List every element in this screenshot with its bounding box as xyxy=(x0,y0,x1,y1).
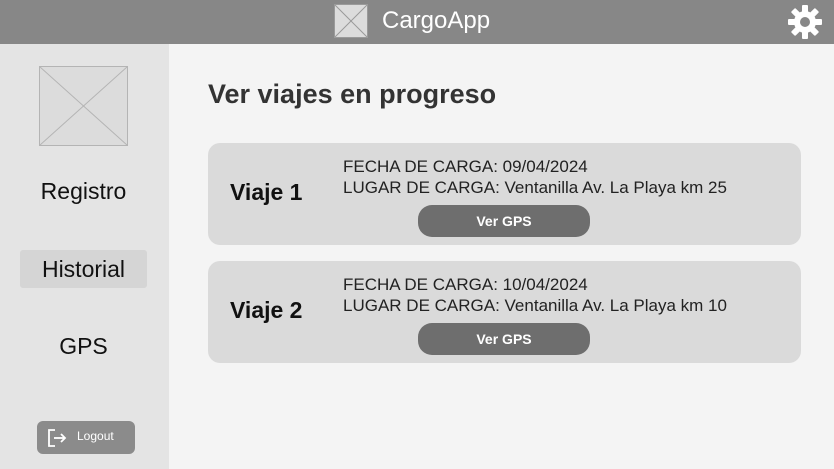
trip-load-date: FECHA DE CARGA: 09/04/2024 xyxy=(343,157,588,176)
trip-load-place: LUGAR DE CARGA: Ventanilla Av. La Playa … xyxy=(343,296,727,315)
view-gps-button[interactable]: Ver GPS xyxy=(418,205,590,237)
logout-label: Logout xyxy=(77,429,114,443)
app-title: CargoApp xyxy=(382,7,491,34)
trip-card: Viaje 2 FECHA DE CARGA: 10/04/2024 LUGAR… xyxy=(208,261,801,363)
sidebar-item-gps[interactable]: GPS xyxy=(20,327,147,365)
logout-icon xyxy=(48,429,67,447)
trip-load-date: FECHA DE CARGA: 10/04/2024 xyxy=(343,275,588,294)
gear-icon[interactable] xyxy=(787,4,823,40)
trip-title: Viaje 2 xyxy=(230,297,303,323)
trip-card: Viaje 1 FECHA DE CARGA: 09/04/2024 LUGAR… xyxy=(208,143,801,245)
logout-button[interactable]: Logout xyxy=(37,421,135,454)
trip-load-place: LUGAR DE CARGA: Ventanilla Av. La Playa … xyxy=(343,178,727,197)
page-title: Ver viajes en progreso xyxy=(208,79,497,109)
view-gps-button[interactable]: Ver GPS xyxy=(418,323,590,355)
avatar xyxy=(39,66,128,146)
sidebar-item-registro[interactable]: Registro xyxy=(20,172,147,210)
top-bar: CargoApp xyxy=(0,0,834,44)
sidebar-item-historial[interactable]: Historial xyxy=(20,250,147,288)
logo-icon xyxy=(334,4,368,38)
trip-title: Viaje 1 xyxy=(230,179,303,205)
sidebar: Registro Historial GPS Logout xyxy=(0,44,169,469)
